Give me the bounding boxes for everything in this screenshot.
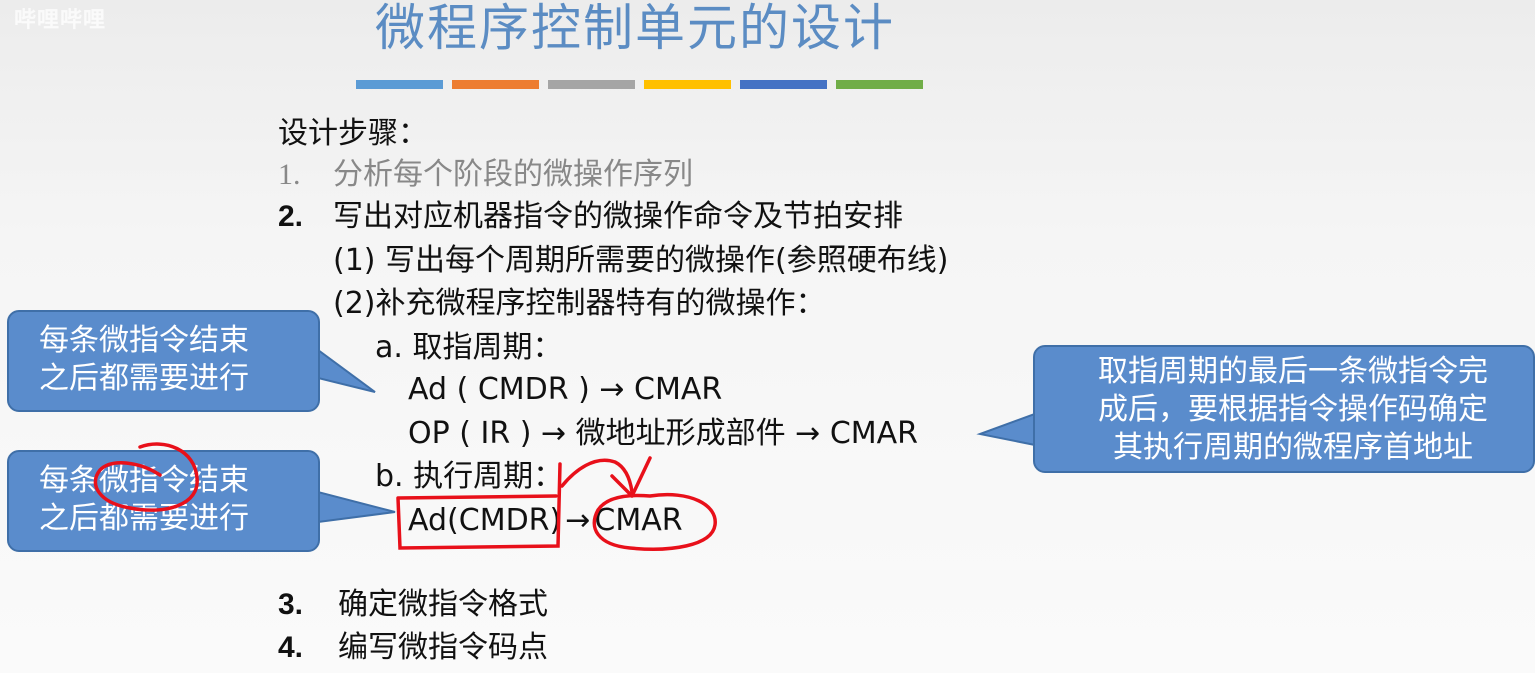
handwritten-annotations: [93, 442, 717, 551]
annotation-circle-target: [592, 493, 717, 551]
annotation-box-source: [396, 462, 562, 550]
annotation-scribble-circle: [93, 442, 199, 512]
